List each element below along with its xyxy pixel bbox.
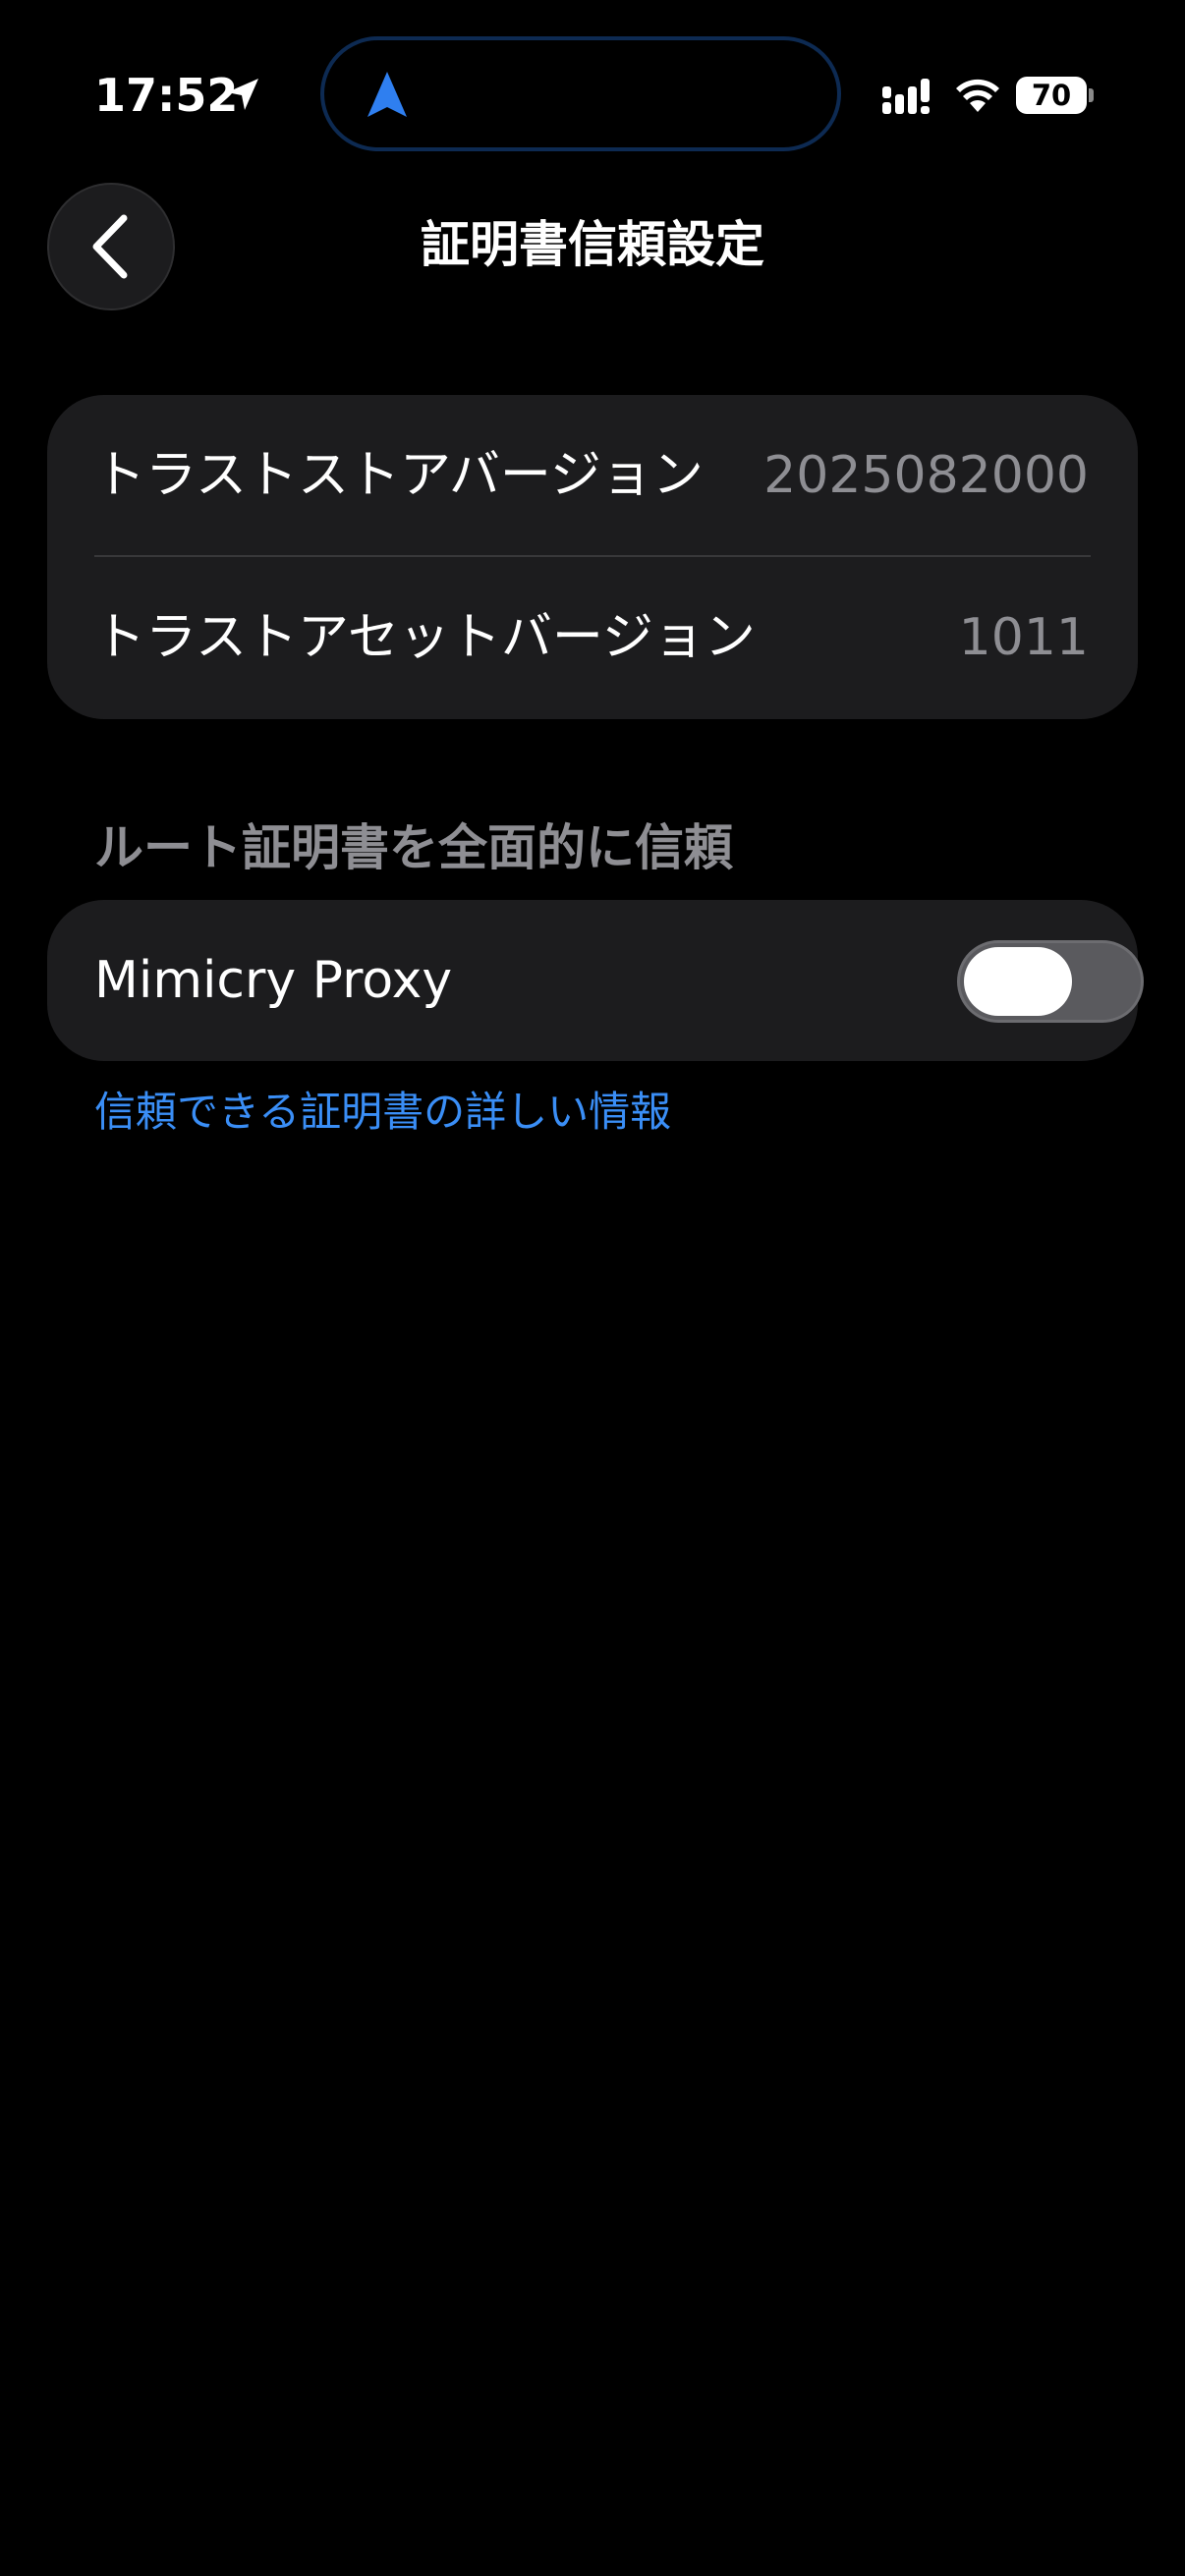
- trust-toggle[interactable]: [957, 940, 1144, 1023]
- root-cert-trust-card: Mimicry Proxy: [47, 900, 1144, 1061]
- trust-store-version-row: トラストストアバージョン 2025082000: [94, 395, 1138, 556]
- version-info-card: トラストストアバージョン 2025082000 トラストアセットバージョン 10…: [47, 395, 1138, 719]
- battery-indicator: 70: [1016, 77, 1095, 114]
- row-label: トラストストアバージョン: [94, 446, 704, 505]
- row-label: トラストアセットバージョン: [94, 608, 756, 667]
- navigation-arrow-icon: [367, 72, 407, 117]
- certificate-name: Mimicry Proxy: [94, 951, 453, 1010]
- page-title: 証明書信頼設定: [421, 216, 764, 273]
- status-time: 17:52: [94, 69, 239, 122]
- row-value: 2025082000: [763, 446, 1089, 505]
- cellular-signal-icon: [882, 79, 930, 114]
- toggle-knob: [964, 947, 1072, 1016]
- section-header: ルート証明書を全面的に信頼: [94, 819, 733, 876]
- dynamic-island[interactable]: [320, 36, 841, 151]
- location-arrow-icon: [227, 79, 258, 110]
- wifi-icon: [956, 79, 999, 112]
- row-value: 1011: [958, 608, 1089, 667]
- battery-level: 70: [1016, 77, 1087, 114]
- trust-asset-version-row: トラストアセットバージョン 1011: [94, 557, 1138, 718]
- status-bar: 17:52 70: [0, 0, 1185, 187]
- battery-cap: [1089, 88, 1094, 102]
- trusted-certificates-info-link[interactable]: 信頼できる証明書の詳しい情報: [94, 1081, 671, 1144]
